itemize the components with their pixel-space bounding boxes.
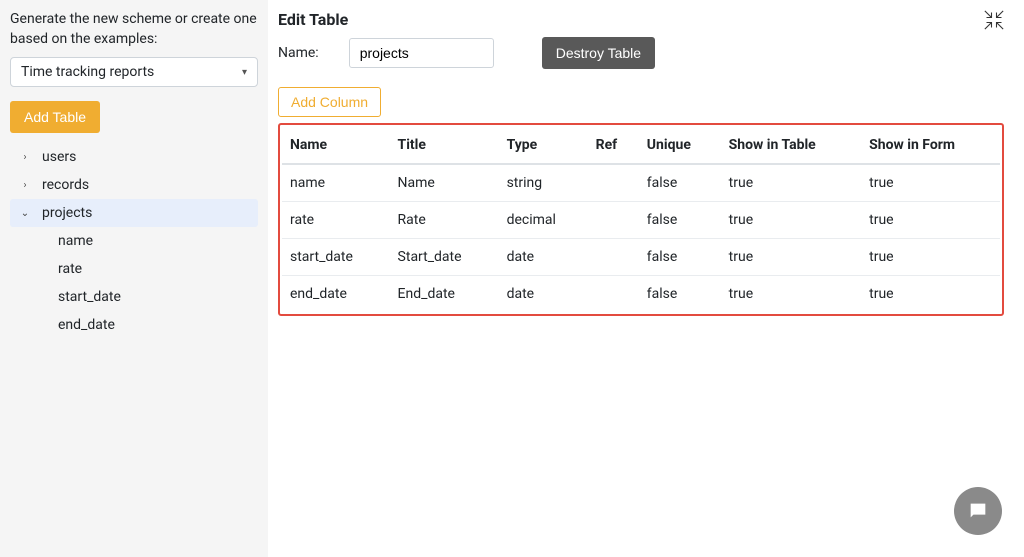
sidebar: Generate the new scheme or create one ba… — [0, 0, 268, 557]
cell-show-table: true — [721, 164, 861, 202]
cell-show-form: true — [861, 276, 1000, 313]
sidebar-column-label: end_date — [58, 317, 115, 333]
sidebar-item-projects-children: name rate start_date end_date — [10, 227, 258, 339]
cell-ref — [588, 202, 639, 239]
columns-header-row: Name Title Type Ref Unique Show in Table… — [282, 127, 1000, 164]
sidebar-item-users[interactable]: › users — [10, 143, 258, 171]
table-row[interactable]: start_date Start_date date false true tr… — [282, 239, 1000, 276]
cell-title: Name — [390, 164, 499, 202]
add-column-button[interactable]: Add Column — [278, 87, 381, 117]
cell-title: End_date — [390, 276, 499, 313]
sidebar-item-label: records — [42, 177, 89, 193]
cell-show-table: true — [721, 239, 861, 276]
collapse-icon[interactable] — [984, 10, 1004, 30]
sidebar-item-records[interactable]: › records — [10, 171, 258, 199]
col-header-unique: Unique — [639, 127, 721, 164]
cell-unique: false — [639, 164, 721, 202]
chat-icon — [967, 500, 989, 522]
sidebar-column-start-date[interactable]: start_date — [10, 283, 258, 311]
sidebar-column-rate[interactable]: rate — [10, 255, 258, 283]
page-title: Edit Table — [278, 10, 655, 29]
sidebar-column-end-date[interactable]: end_date — [10, 311, 258, 339]
cell-ref — [588, 276, 639, 313]
col-header-show-form: Show in Form — [861, 127, 1000, 164]
main-panel: Edit Table Name: Destroy Table Add Colum… — [268, 0, 1024, 557]
cell-show-form: true — [861, 202, 1000, 239]
destroy-table-button[interactable]: Destroy Table — [542, 37, 655, 69]
sidebar-item-label: projects — [42, 205, 92, 221]
cell-name: name — [282, 164, 390, 202]
sidebar-prompt: Generate the new scheme or create one ba… — [10, 10, 258, 49]
sidebar-column-label: rate — [58, 261, 82, 277]
add-table-button[interactable]: Add Table — [10, 101, 100, 133]
table-row[interactable]: rate Rate decimal false true true — [282, 202, 1000, 239]
cell-show-form: true — [861, 164, 1000, 202]
cell-ref — [588, 164, 639, 202]
chevron-down-icon: ▾ — [242, 67, 247, 78]
col-header-title: Title — [390, 127, 499, 164]
col-header-ref: Ref — [588, 127, 639, 164]
col-header-show-table: Show in Table — [721, 127, 861, 164]
col-header-type: Type — [499, 127, 588, 164]
sidebar-item-label: users — [42, 149, 76, 165]
cell-name: start_date — [282, 239, 390, 276]
sidebar-column-label: name — [58, 233, 93, 249]
cell-show-table: true — [721, 276, 861, 313]
name-label: Name: — [278, 45, 319, 61]
cell-title: Rate — [390, 202, 499, 239]
cell-type: decimal — [499, 202, 588, 239]
columns-table-highlight: Name Title Type Ref Unique Show in Table… — [278, 123, 1004, 316]
cell-show-form: true — [861, 239, 1000, 276]
chevron-right-icon: › — [18, 180, 32, 191]
table-row[interactable]: name Name string false true true — [282, 164, 1000, 202]
scheme-dropdown-value: Time tracking reports — [21, 64, 154, 80]
table-row[interactable]: end_date End_date date false true true — [282, 276, 1000, 313]
cell-show-table: true — [721, 202, 861, 239]
cell-unique: false — [639, 202, 721, 239]
scheme-dropdown[interactable]: Time tracking reports ▾ — [10, 57, 258, 87]
chevron-down-icon: ⌄ — [18, 208, 32, 219]
columns-table: Name Title Type Ref Unique Show in Table… — [282, 127, 1000, 312]
cell-ref — [588, 239, 639, 276]
table-name-input[interactable] — [349, 38, 494, 68]
cell-unique: false — [639, 239, 721, 276]
cell-name: end_date — [282, 276, 390, 313]
cell-type: string — [499, 164, 588, 202]
cell-title: Start_date — [390, 239, 499, 276]
chat-fab[interactable] — [954, 487, 1002, 535]
sidebar-column-name[interactable]: name — [10, 227, 258, 255]
cell-type: date — [499, 239, 588, 276]
tables-tree: › users › records ⌄ projects name rate s… — [10, 143, 258, 339]
cell-unique: false — [639, 276, 721, 313]
sidebar-column-label: start_date — [58, 289, 121, 305]
chevron-right-icon: › — [18, 152, 32, 163]
sidebar-item-projects[interactable]: ⌄ projects — [10, 199, 258, 227]
cell-name: rate — [282, 202, 390, 239]
col-header-name: Name — [282, 127, 390, 164]
cell-type: date — [499, 276, 588, 313]
